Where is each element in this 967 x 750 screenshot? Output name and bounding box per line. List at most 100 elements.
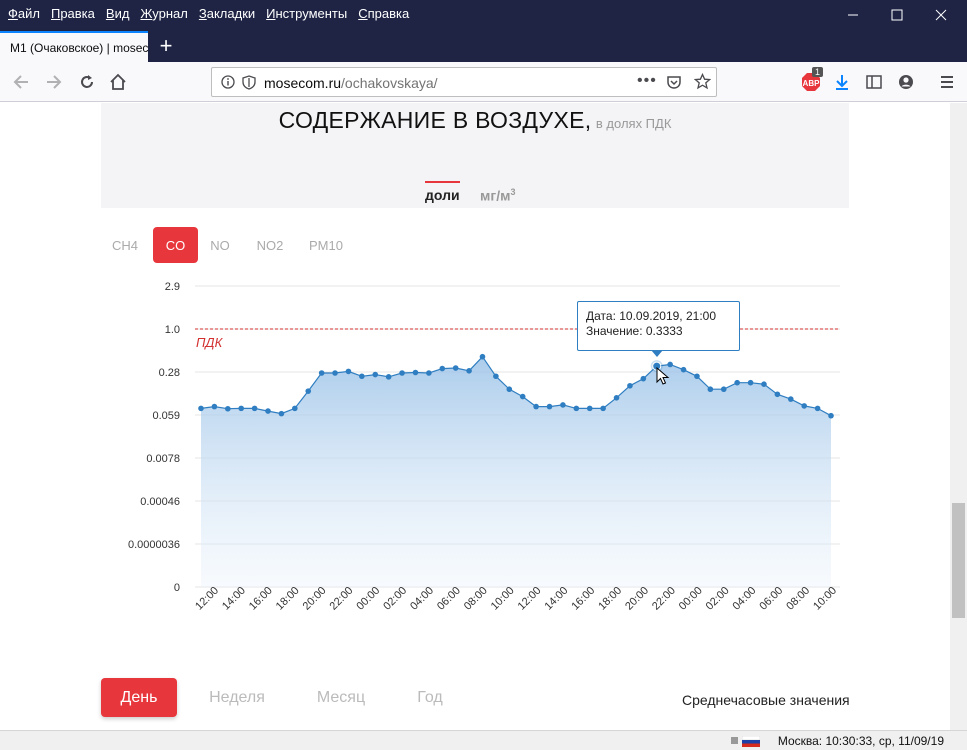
- period-tab-week[interactable]: Неделя: [203, 678, 271, 717]
- pollutant-tab-co[interactable]: CO: [153, 227, 198, 263]
- series-area: [201, 356, 831, 587]
- tracking-shield-icon[interactable]: [242, 75, 256, 90]
- x-tick-label: 04:00: [731, 585, 759, 613]
- x-tick-label: 08:00: [784, 585, 812, 613]
- pocket-icon[interactable]: [666, 74, 682, 90]
- new-tab-button[interactable]: +: [152, 33, 180, 59]
- data-point: [506, 386, 513, 393]
- menu-item-5[interactable]: Инструменты: [266, 6, 347, 21]
- data-point: [399, 370, 405, 376]
- data-point: [519, 393, 526, 400]
- pollutant-tab-ch4[interactable]: CH4: [107, 227, 143, 263]
- data-point: [359, 373, 365, 380]
- menu-bar: Файл Правка Вид Журнал Закладки Инструменты Сп…: [0, 0, 420, 26]
- y-tick-label: 0: [174, 582, 180, 594]
- hamburger-menu-button[interactable]: [933, 68, 961, 96]
- x-tick-label: 16:00: [247, 585, 275, 613]
- scrollbar-thumb[interactable]: [952, 503, 965, 618]
- x-tick-label: 10:00: [489, 585, 517, 613]
- data-point: [466, 368, 472, 374]
- status-bar: Москва: 10:30:33, ср, 11/09/19: [0, 730, 967, 750]
- x-tick-label: 22:00: [650, 585, 678, 613]
- info-icon[interactable]: [221, 75, 235, 89]
- data-point: [385, 374, 392, 380]
- data-point: [278, 410, 285, 417]
- x-tick-label: 16:00: [569, 585, 597, 613]
- status-square-icon: [731, 737, 738, 744]
- pollutant-tab-pm10[interactable]: PM10: [304, 227, 348, 263]
- period-tab-day[interactable]: День: [101, 678, 177, 717]
- data-point: [801, 403, 807, 409]
- home-button[interactable]: [104, 68, 132, 96]
- unit-superscript: 3: [510, 187, 516, 197]
- data-point: [560, 402, 566, 408]
- data-point: [694, 373, 700, 380]
- page-content: СОДЕРЖАНИЕ В ВОЗДУХЕ, в долях ПДК доли м…: [0, 103, 950, 730]
- data-point: [600, 405, 606, 412]
- menu-accelerator: Ж: [140, 5, 153, 21]
- minimize-icon: [848, 14, 858, 16]
- data-point: [814, 405, 821, 412]
- pollutant-label: NO2: [256, 237, 284, 253]
- menu-item-0[interactable]: Файл: [8, 6, 40, 21]
- period-label: Месяц: [316, 688, 366, 706]
- tooltip-arrow: [651, 350, 663, 357]
- x-tick-label: 00:00: [354, 585, 382, 613]
- minimize-button[interactable]: [832, 0, 874, 30]
- menu-accelerator: З: [198, 5, 207, 21]
- data-point: [533, 403, 539, 410]
- y-tick-label: 0.0078: [146, 453, 180, 465]
- data-point: [493, 373, 499, 380]
- heading-subtitle: в долях ПДК: [595, 116, 672, 131]
- sidebar-button[interactable]: [860, 68, 888, 96]
- page-actions-icon[interactable]: •••: [637, 72, 657, 90]
- data-point: [265, 408, 271, 414]
- browser-tab[interactable]: М1 (Очаковское) | mosecom: [0, 31, 148, 62]
- pollutant-label: CO: [165, 237, 186, 253]
- data-point: [332, 370, 338, 376]
- data-point: [345, 368, 352, 375]
- average-note: Среднечасовые значения: [682, 692, 850, 708]
- menu-item-6[interactable]: Справка: [358, 6, 409, 21]
- x-tick-label: 04:00: [408, 585, 436, 613]
- address-bar[interactable]: mosecom.ru/ochakovskaya/ •••: [211, 67, 717, 97]
- downloads-button[interactable]: [828, 68, 856, 96]
- bookmark-star-icon[interactable]: [694, 73, 711, 90]
- tooltip-date: Дата: 10.09.2019, 21:00: [586, 309, 716, 323]
- menu-item-2[interactable]: Вид: [106, 6, 130, 21]
- x-tick-label: 22:00: [328, 585, 356, 613]
- tab-title: М1 (Очаковское) | mosecom: [10, 40, 148, 55]
- reload-button[interactable]: [73, 68, 101, 96]
- pollutant-tab-no[interactable]: NO: [204, 227, 236, 263]
- pollutant-tab-no2[interactable]: NO2: [252, 227, 288, 263]
- unit-tab-share[interactable]: доли: [425, 181, 460, 203]
- account-button[interactable]: [892, 68, 920, 96]
- vertical-scrollbar[interactable]: [950, 103, 967, 730]
- adblock-button[interactable]: ABP 1: [797, 67, 825, 96]
- x-tick-label: 18:00: [274, 585, 302, 613]
- menu-item-3[interactable]: Журнал: [140, 6, 187, 21]
- unit-tab-mg[interactable]: мг/м3: [480, 187, 515, 204]
- menu-item-1[interactable]: Правка: [51, 6, 95, 21]
- forward-button[interactable]: [40, 68, 68, 96]
- data-point: [238, 405, 245, 412]
- data-tooltip: Дата: 10.09.2019, 21:00 Значение: 0.3333: [577, 301, 740, 351]
- close-window-button[interactable]: [920, 0, 962, 30]
- close-icon: [935, 9, 947, 21]
- period-tab-month[interactable]: Месяц: [310, 678, 372, 717]
- menu-item-4[interactable]: Закладки: [199, 6, 255, 21]
- maximize-button[interactable]: [876, 0, 918, 30]
- concentration-chart[interactable]: 2.9 1.0 0.28 0.059 0.0078 0.00046 0.0000036 0 ПД…: [101, 273, 861, 633]
- back-button[interactable]: [7, 68, 35, 96]
- data-point: [640, 375, 647, 382]
- forward-arrow-icon: [47, 75, 62, 89]
- data-point: [586, 405, 593, 412]
- unit-tab-share-label: доли: [425, 187, 460, 203]
- period-tab-year[interactable]: Год: [410, 678, 450, 717]
- data-point: [426, 370, 432, 376]
- sidebar-icon: [866, 75, 882, 89]
- x-tick-label: 14:00: [542, 585, 570, 613]
- menu-accelerator: С: [358, 5, 368, 21]
- pollutant-label: PM10: [309, 237, 343, 253]
- heading-text: СОДЕРЖАНИЕ В ВОЗДУХЕ,: [278, 107, 592, 133]
